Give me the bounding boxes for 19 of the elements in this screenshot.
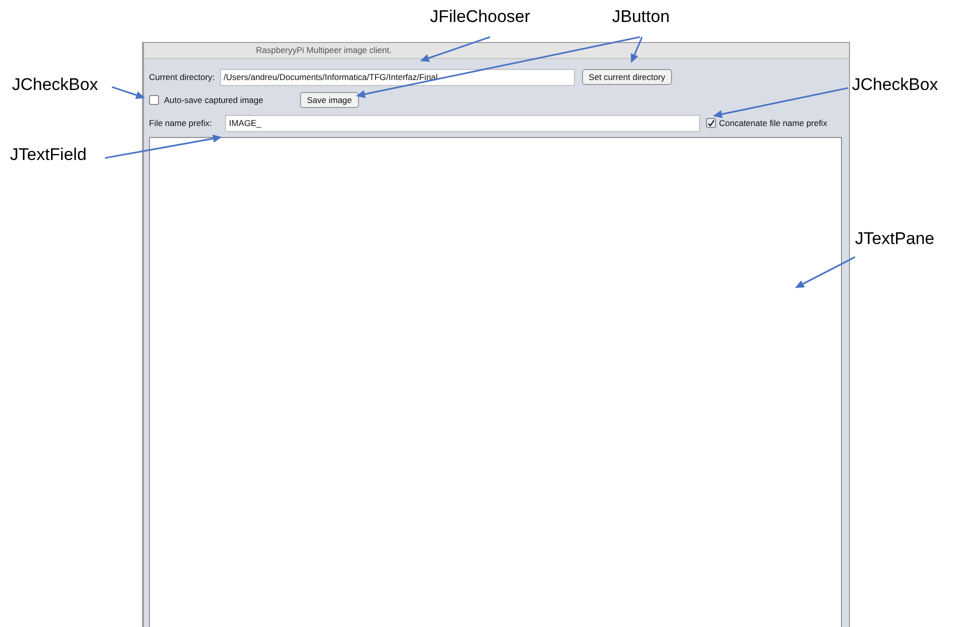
save-image-button[interactable]: Save image — [300, 92, 359, 108]
checkbox[interactable] — [706, 118, 716, 128]
prefix-field[interactable]: IMAGE_ — [225, 114, 700, 132]
checkbox-label[interactable]: Auto-save captured image — [164, 94, 300, 106]
callout-label: JFileChooser — [430, 8, 530, 25]
set-directory-button[interactable]: Set current directory — [582, 69, 672, 85]
checkbox-label[interactable]: Concatenate file name prefix — [719, 116, 828, 130]
field-label: File name prefix: — [149, 116, 213, 130]
callout-arrow — [795, 256, 856, 288]
callout-label: JCheckBox — [12, 76, 98, 93]
directory-field[interactable]: /Users/andreu/Documents/Informatica/TFG/Interfaz/Final — [220, 68, 575, 86]
callout-label: JButton — [612, 8, 670, 25]
callout-arrow — [112, 86, 145, 99]
callout-label: JTextPane — [855, 230, 934, 247]
callout-label: JTextField — [10, 146, 87, 163]
checkbox[interactable] — [149, 95, 159, 105]
window-title: RaspberyyPi Multipeer image client. — [256, 44, 392, 57]
field-label: Current directory: — [149, 70, 215, 84]
callout-label: JCheckBox — [852, 76, 938, 93]
